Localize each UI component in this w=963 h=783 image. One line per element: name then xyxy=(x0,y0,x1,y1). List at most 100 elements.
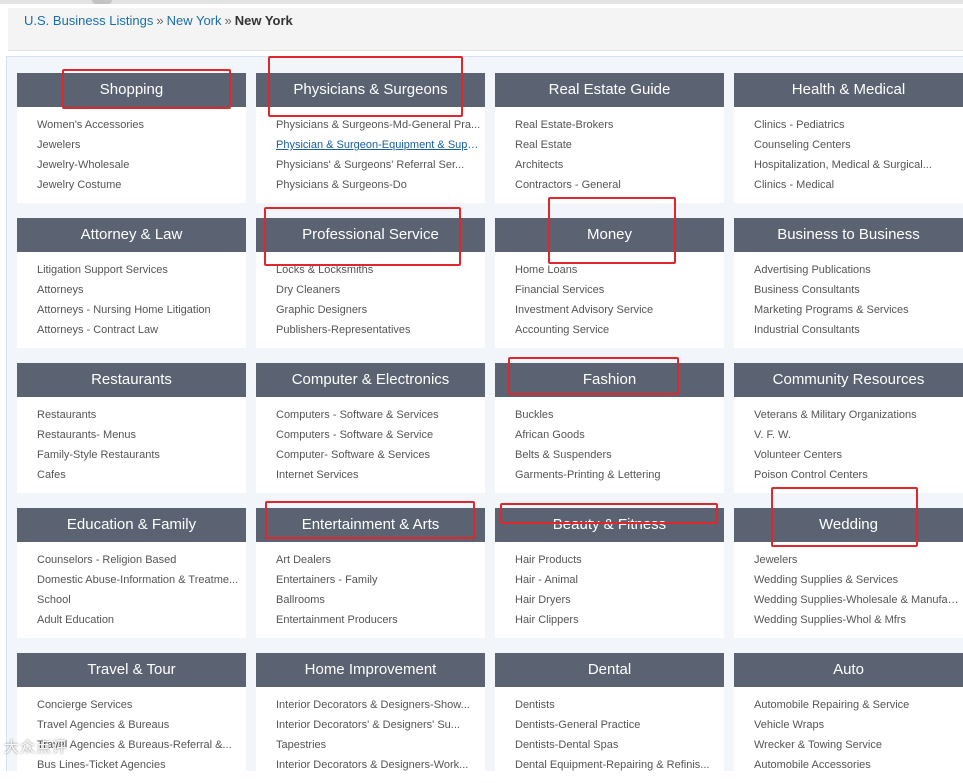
category-link[interactable]: Wedding Supplies-Wholesale & Manufac... xyxy=(754,592,963,612)
category-link[interactable]: Clinics - Pediatrics xyxy=(754,117,963,137)
category-link[interactable]: Marketing Programs & Services xyxy=(754,302,963,322)
category-link[interactable]: Real Estate-Brokers xyxy=(515,117,724,137)
category-link[interactable]: Physicians' & Surgeons' Referral Ser... xyxy=(276,157,485,177)
category-link[interactable]: Graphic Designers xyxy=(276,302,485,322)
category-link[interactable]: Wrecker & Towing Service xyxy=(754,737,963,757)
category-link[interactable]: Cafes xyxy=(37,467,246,487)
breadcrumb-root-link[interactable]: U.S. Business Listings xyxy=(24,13,153,28)
category-title-real-estate-guide[interactable]: Real Estate Guide xyxy=(495,73,724,107)
category-link[interactable]: Clinics - Medical xyxy=(754,177,963,197)
category-title-computer-electronics[interactable]: Computer & Electronics xyxy=(256,363,485,397)
category-link[interactable]: Hair Clippers xyxy=(515,612,724,632)
category-link[interactable]: Hair Dryers xyxy=(515,592,724,612)
category-link[interactable]: Poison Control Centers xyxy=(754,467,963,487)
category-title-business-to-business[interactable]: Business to Business xyxy=(734,218,963,252)
category-link[interactable]: Hair Products xyxy=(515,552,724,572)
category-link[interactable]: Restaurants- Menus xyxy=(37,427,246,447)
category-link[interactable]: Domestic Abuse-Information & Treatme... xyxy=(37,572,246,592)
category-link[interactable]: Architects xyxy=(515,157,724,177)
category-title-attorney-law[interactable]: Attorney & Law xyxy=(17,218,246,252)
category-link[interactable]: Garments-Printing & Lettering xyxy=(515,467,724,487)
category-title-travel-tour[interactable]: Travel & Tour xyxy=(17,653,246,687)
category-link[interactable]: Internet Services xyxy=(276,467,485,487)
category-title-professional-service[interactable]: Professional Service xyxy=(256,218,485,252)
category-link[interactable]: Entertainment Producers xyxy=(276,612,485,632)
category-link[interactable]: Attorneys - Nursing Home Litigation xyxy=(37,302,246,322)
breadcrumb-state-link[interactable]: New York xyxy=(167,13,222,28)
category-link[interactable]: Contractors - General xyxy=(515,177,724,197)
category-title-wedding[interactable]: Wedding xyxy=(734,508,963,542)
category-link[interactable]: Accounting Service xyxy=(515,322,724,342)
category-title-education-family[interactable]: Education & Family xyxy=(17,508,246,542)
category-link[interactable]: Attorneys - Contract Law xyxy=(37,322,246,342)
category-link[interactable]: Wedding Supplies-Whol & Mfrs xyxy=(754,612,963,632)
category-link[interactable]: Restaurants xyxy=(37,407,246,427)
category-title-physicians-surgeons[interactable]: Physicians & Surgeons xyxy=(256,73,485,107)
category-link[interactable]: Ballrooms xyxy=(276,592,485,612)
category-link[interactable]: Physician & Surgeon-Equipment & Supp... xyxy=(276,137,485,157)
category-link[interactable]: Industrial Consultants xyxy=(754,322,963,342)
category-link[interactable]: Family-Style Restaurants xyxy=(37,447,246,467)
category-title-home-improvement[interactable]: Home Improvement xyxy=(256,653,485,687)
category-link[interactable]: Jewelry-Wholesale xyxy=(37,157,246,177)
category-link[interactable]: Bus Lines-Ticket Agencies xyxy=(37,757,246,777)
category-link[interactable]: Real Estate xyxy=(515,137,724,157)
category-link[interactable]: Counseling Centers xyxy=(754,137,963,157)
category-link[interactable]: Volunteer Centers xyxy=(754,447,963,467)
category-link[interactable]: Interior Decorators' & Designers' Su... xyxy=(276,717,485,737)
category-link[interactable]: Financial Services xyxy=(515,282,724,302)
category-title-auto[interactable]: Auto xyxy=(734,653,963,687)
category-link[interactable]: Tapestries xyxy=(276,737,485,757)
category-link[interactable]: Computer- Software & Services xyxy=(276,447,485,467)
category-link[interactable]: Computers - Software & Services xyxy=(276,407,485,427)
category-link[interactable]: Wedding Supplies & Services xyxy=(754,572,963,592)
category-link[interactable]: Computers - Software & Service xyxy=(276,427,485,447)
category-link[interactable]: Jewelers xyxy=(754,552,963,572)
category-link[interactable]: African Goods xyxy=(515,427,724,447)
category-title-entertainment-arts[interactable]: Entertainment & Arts xyxy=(256,508,485,542)
category-link[interactable]: Counselors - Religion Based xyxy=(37,552,246,572)
category-link[interactable]: Art Dealers xyxy=(276,552,485,572)
category-link[interactable]: Automobile Accessories xyxy=(754,757,963,777)
category-link[interactable]: Physicians & Surgeons-Md-General Pra... xyxy=(276,117,485,137)
category-link[interactable]: Concierge Services xyxy=(37,697,246,717)
category-link[interactable]: Dry Cleaners xyxy=(276,282,485,302)
category-link[interactable]: Hair - Animal xyxy=(515,572,724,592)
category-link[interactable]: Women's Accessories xyxy=(37,117,246,137)
category-link[interactable]: Business Consultants xyxy=(754,282,963,302)
category-link[interactable]: Locks & Locksmiths xyxy=(276,262,485,282)
category-link[interactable]: Dentists-Dental Spas xyxy=(515,737,724,757)
category-link[interactable]: Advertising Publications xyxy=(754,262,963,282)
category-title-community-resources[interactable]: Community Resources xyxy=(734,363,963,397)
category-link[interactable]: Jewelry Costume xyxy=(37,177,246,197)
category-link[interactable]: Litigation Support Services xyxy=(37,262,246,282)
category-title-beauty-fitness[interactable]: Beauty & Fitness xyxy=(495,508,724,542)
category-link[interactable]: Dentists xyxy=(515,697,724,717)
category-title-restaurants[interactable]: Restaurants xyxy=(17,363,246,397)
category-title-fashion[interactable]: Fashion xyxy=(495,363,724,397)
category-link[interactable]: Interior Decorators & Designers-Show... xyxy=(276,697,485,717)
category-link[interactable]: Belts & Suspenders xyxy=(515,447,724,467)
category-link[interactable]: School xyxy=(37,592,246,612)
category-link[interactable]: Jewelers xyxy=(37,137,246,157)
category-link[interactable]: Investment Advisory Service xyxy=(515,302,724,322)
category-link[interactable]: Publishers-Representatives xyxy=(276,322,485,342)
category-link[interactable]: Veterans & Military Organizations xyxy=(754,407,963,427)
category-link[interactable]: Dental Equipment-Repairing & Refinis... xyxy=(515,757,724,777)
category-link[interactable]: Vehicle Wraps xyxy=(754,717,963,737)
category-link[interactable]: Attorneys xyxy=(37,282,246,302)
category-title-money[interactable]: Money xyxy=(495,218,724,252)
category-link[interactable]: Travel Agencies & Bureaus xyxy=(37,717,246,737)
category-title-dental[interactable]: Dental xyxy=(495,653,724,687)
category-link[interactable]: Buckles xyxy=(515,407,724,427)
category-link[interactable]: Interior Decorators & Designers-Work... xyxy=(276,757,485,777)
category-link[interactable]: Hospitalization, Medical & Surgical... xyxy=(754,157,963,177)
category-link[interactable]: Home Loans xyxy=(515,262,724,282)
category-link[interactable]: Travel Agencies & Bureaus-Referral &... xyxy=(37,737,246,757)
category-link[interactable]: Physicians & Surgeons-Do xyxy=(276,177,485,197)
category-title-shopping[interactable]: Shopping xyxy=(17,73,246,107)
category-link[interactable]: Adult Education xyxy=(37,612,246,632)
category-link[interactable]: Entertainers - Family xyxy=(276,572,485,592)
category-title-health-medical[interactable]: Health & Medical xyxy=(734,73,963,107)
category-link[interactable]: Automobile Repairing & Service xyxy=(754,697,963,717)
